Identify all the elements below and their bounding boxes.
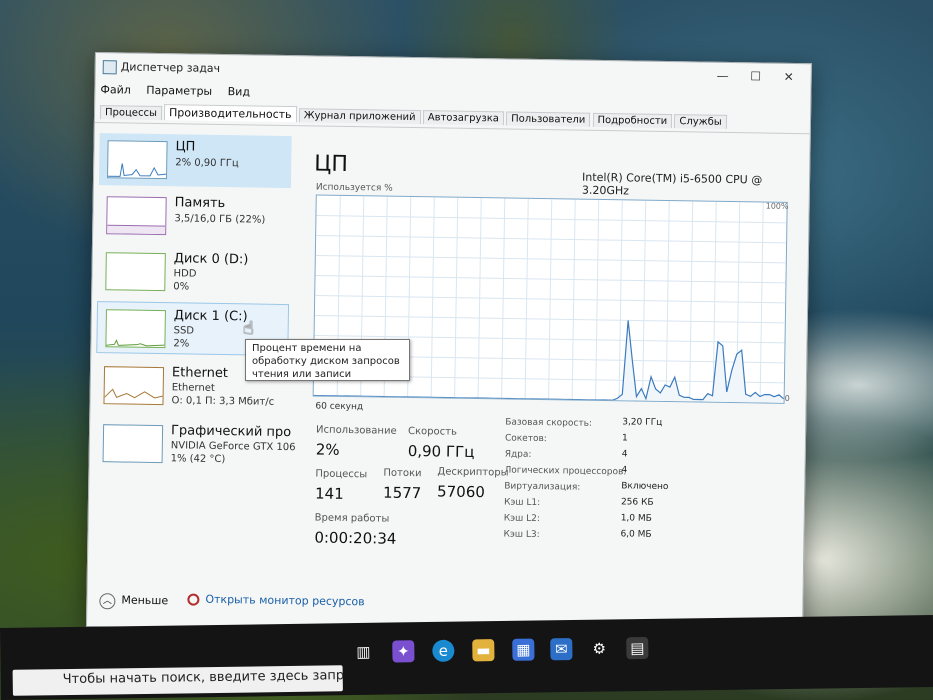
graph-max-label: 100% <box>765 201 789 211</box>
menu-view[interactable]: Вид <box>228 85 251 98</box>
sidebar-memory-usage: 3,5/16,0 ГБ (22%) <box>174 213 266 226</box>
cpu-graph-icon <box>107 140 168 180</box>
detail-label: Виртуализация: <box>504 481 581 493</box>
processes-value: 141 <box>314 484 344 503</box>
task-manager-window: Диспетчер задач — ☐ ✕ Файл Параметры Вид… <box>85 52 812 639</box>
detail-value: 4 <box>621 449 628 460</box>
handles-label: Дескрипторы <box>437 466 509 479</box>
graph-label: Используется % <box>315 182 393 194</box>
gpu-graph-icon <box>102 424 164 464</box>
sidebar-gpu-model: NVIDIA GeForce GTX 106 <box>170 440 296 454</box>
menu-bar: Файл Параметры Вид <box>100 83 262 99</box>
tab-processes[interactable]: Процессы <box>99 105 163 121</box>
sidebar-item-gpu[interactable]: Графический про NVIDIA GeForce GTX 106 1… <box>94 417 296 472</box>
fewer-details-label: Меньше <box>121 593 169 608</box>
time-axis-label: 60 секунд <box>315 401 364 413</box>
speed-label: Скорость <box>407 425 457 438</box>
sidebar-disk1-name: Диск 1 (C:) <box>173 308 248 325</box>
memory-graph-icon <box>106 196 167 236</box>
detail-value: Включено <box>621 481 669 493</box>
window-title: Диспетчер задач <box>120 60 221 75</box>
sidebar-ethernet-adapter: Ethernet <box>171 382 215 394</box>
uptime-label: Время работы <box>314 512 390 525</box>
sidebar-ethernet-throughput: О: 0,1 П: 3,3 Мбит/с <box>171 395 275 408</box>
maximize-button[interactable]: ☐ <box>741 67 771 85</box>
sidebar-disk0-usage: 0% <box>173 281 190 293</box>
close-button[interactable]: ✕ <box>774 68 804 86</box>
sidebar-ethernet-name: Ethernet <box>171 365 229 382</box>
detail-label: Кэш L1: <box>503 497 541 509</box>
mail-icon[interactable]: ✉ <box>550 638 573 661</box>
tab-services[interactable]: Службы <box>674 114 727 129</box>
sidebar-item-disk0[interactable]: Диск 0 (D:) HDD 0% <box>97 245 290 300</box>
detail-value: 1,0 МБ <box>620 513 652 524</box>
task-manager-taskbar-icon[interactable]: ▤ <box>626 636 649 660</box>
tab-users[interactable]: Пользователи <box>506 111 591 127</box>
graph-min-label: 0 <box>784 393 790 403</box>
store-icon[interactable]: ▦ <box>512 638 535 661</box>
mouse-cursor-icon: ☝ <box>243 318 254 339</box>
taskbar: Чтобы начать поиск, введите здесь запрос… <box>0 614 933 700</box>
file-explorer-icon[interactable]: ▬ <box>472 639 495 662</box>
uptime-value: 0:00:20:34 <box>314 528 397 548</box>
network-graph-icon <box>103 366 165 406</box>
sidebar-cpu-usage: 2% 0,90 ГГц <box>175 157 239 170</box>
detail-label: Логических процессоров: <box>504 465 627 478</box>
detail-label: Базовая скорость: <box>505 417 593 429</box>
tab-app-history[interactable]: Журнал приложений <box>298 108 421 125</box>
copilot-icon[interactable]: ✦ <box>392 640 415 663</box>
threads-value: 1577 <box>382 483 422 503</box>
sidebar-cpu-name: ЦП <box>175 139 196 155</box>
sidebar-item-cpu[interactable]: ЦП 2% 0,90 ГГц <box>98 133 292 189</box>
tab-startup[interactable]: Автозагрузка <box>422 110 505 126</box>
detail-label: Сокетов: <box>504 433 547 445</box>
chevron-up-icon: ︿ <box>99 593 116 610</box>
tab-details[interactable]: Подробности <box>592 112 673 129</box>
taskbar-search-input[interactable]: Чтобы начать поиск, введите здесь запрос <box>12 665 343 696</box>
disk-graph-icon <box>105 252 166 292</box>
processes-label: Процессы <box>315 468 368 481</box>
sidebar-disk1-usage: 2% <box>173 338 190 350</box>
cpu-model-name: Intel(R) Core(TM) i5-6500 CPU @ 3.20GHz <box>581 170 763 198</box>
sidebar-gpu-usage: 1% (42 °C) <box>170 453 226 466</box>
task-view-icon[interactable]: ▥ <box>352 641 374 663</box>
fewer-details-button[interactable]: ︿ Меньше <box>99 593 168 610</box>
utilization-value: 2% <box>315 440 340 459</box>
edge-browser-icon[interactable]: e <box>432 639 455 662</box>
sidebar-disk1-type: SSD <box>173 325 195 337</box>
open-resource-monitor-link[interactable]: Открыть монитор ресурсов <box>187 592 365 609</box>
detail-value: 4 <box>621 465 628 476</box>
disk-graph-icon <box>105 309 166 349</box>
detail-value: 3,20 ГГц <box>622 417 663 428</box>
utilization-label: Использование <box>316 424 397 437</box>
detail-value: 1 <box>621 433 628 444</box>
menu-file[interactable]: Файл <box>100 83 131 96</box>
detail-label: Кэш L3: <box>503 529 540 541</box>
sidebar-memory-name: Память <box>174 195 226 212</box>
threads-label: Потоки <box>383 467 422 480</box>
detail-label: Кэш L2: <box>503 513 541 525</box>
sidebar-gpu-name: Графический про <box>170 423 292 441</box>
detail-value: 256 КБ <box>620 497 654 508</box>
minimize-button[interactable]: — <box>708 67 738 85</box>
menu-options[interactable]: Параметры <box>146 84 212 98</box>
detail-label: Ядра: <box>504 449 532 460</box>
speed-value: 0,90 ГГц <box>407 441 475 462</box>
task-manager-icon <box>102 60 117 75</box>
settings-gear-icon[interactable]: ⚙ <box>588 637 610 659</box>
tab-performance[interactable]: Производительность <box>163 104 297 123</box>
page-title: ЦП <box>314 151 349 177</box>
resource-monitor-icon <box>187 593 200 606</box>
sidebar-disk0-type: HDD <box>173 268 197 280</box>
sidebar-disk0-name: Диск 0 (D:) <box>173 251 249 268</box>
detail-value: 6,0 МБ <box>620 529 652 540</box>
sidebar-item-memory[interactable]: Память 3,5/16,0 ГБ (22%) <box>98 189 291 244</box>
handles-value: 57060 <box>436 482 485 502</box>
resource-monitor-label: Открыть монитор ресурсов <box>205 592 365 609</box>
disk-tooltip: Процент времени на обработку диском запр… <box>245 339 410 381</box>
